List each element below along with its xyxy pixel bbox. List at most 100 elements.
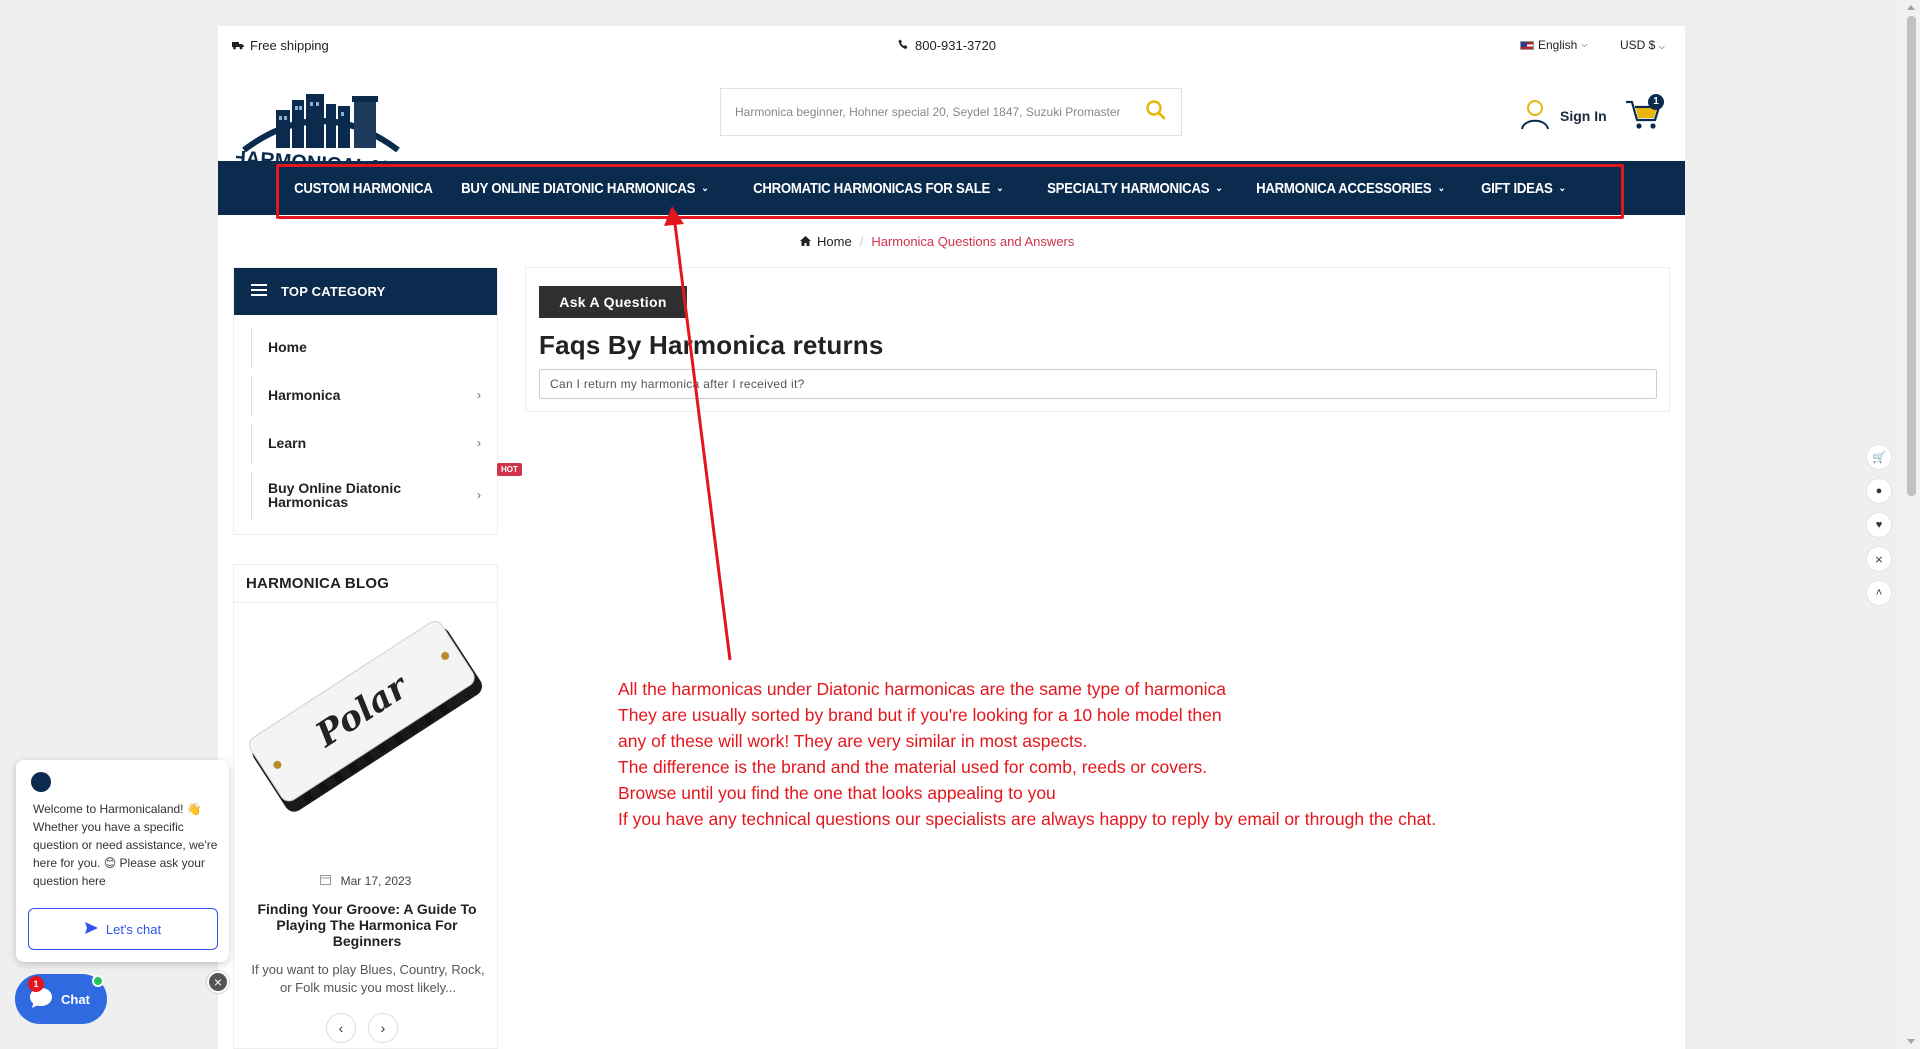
- currency-label: USD $: [1620, 38, 1656, 52]
- floating-account-button[interactable]: ●: [1866, 478, 1892, 504]
- chat-online-indicator: [92, 975, 104, 987]
- nav-item-label: BUY ONLINE DIATONIC HARMONICAS: [461, 179, 696, 197]
- sign-in-link[interactable]: Sign In: [1520, 98, 1607, 133]
- heart-icon: ♥: [1875, 519, 1883, 531]
- sidebar-item-learn[interactable]: Learn ›: [251, 423, 481, 463]
- chevron-right-icon: ›: [477, 436, 481, 450]
- annotation-line: any of these will work! They are very si…: [618, 731, 1088, 751]
- phone-label: 800-931-3720: [915, 38, 996, 53]
- chat-unread-badge: 1: [28, 976, 44, 992]
- faq-panel: Ask A Question Faqs By Harmonica returns…: [525, 267, 1670, 412]
- blog-post-title[interactable]: Finding Your Groove: A Guide To Playing …: [252, 901, 482, 949]
- harmonica-image: Polar: [249, 621, 482, 812]
- nav-item-label: HARMONICA ACCESSORIES: [1256, 179, 1432, 197]
- sidebar-item-label: Learn: [268, 435, 307, 451]
- floating-toolbar: 🛒 ● ♥ ⨯ ˄: [1866, 444, 1892, 614]
- sidebar-item-harmonica[interactable]: Harmonica ›: [251, 375, 481, 415]
- us-flag-icon: [1520, 40, 1534, 50]
- send-icon: [84, 921, 98, 937]
- user-icon: [1520, 98, 1550, 133]
- menu-icon: [251, 284, 267, 299]
- sidebar-item-label: Harmonica: [268, 387, 341, 403]
- blog-date-label: Mar 17, 2023: [340, 874, 412, 888]
- chevron-down-icon: ⌵: [1658, 42, 1665, 51]
- user-icon: ●: [1875, 485, 1883, 497]
- chevron-down-icon: ⌄: [1215, 182, 1223, 194]
- floating-wishlist-button[interactable]: ♥: [1866, 512, 1892, 538]
- language-label: English: [1538, 38, 1578, 52]
- scroll-up-arrow-icon[interactable]: [1907, 5, 1915, 10]
- chevron-down-icon: ⌄: [1558, 182, 1566, 194]
- scroll-top-button[interactable]: ˄: [1866, 580, 1892, 606]
- cart-icon: 🛒: [1872, 451, 1886, 464]
- chevron-right-icon: ›: [477, 488, 481, 502]
- nav-item-accessories[interactable]: HARMONICA ACCESSORIES ⌄: [1242, 180, 1459, 197]
- chat-popup: Welcome to Harmonicaland! 👋 Whether you …: [16, 760, 229, 962]
- faq-title: Faqs By Harmonica returns: [539, 330, 884, 360]
- harmonica-blog-panel: HARMONICA BLOG Polar Mar 17, 2023 Findin…: [233, 564, 498, 1049]
- blog-next-button[interactable]: ›: [368, 1013, 398, 1043]
- chevron-left-icon: ‹: [338, 1020, 344, 1036]
- main-nav: CUSTOM HARMONICA BUY ONLINE DIATONIC HAR…: [218, 161, 1685, 215]
- floating-cart-button[interactable]: 🛒: [1866, 444, 1892, 470]
- cart-icon: [1624, 100, 1664, 136]
- breadcrumb-home-label: Home: [817, 234, 852, 249]
- main-nav-list: CUSTOM HARMONICA BUY ONLINE DIATONIC HAR…: [280, 161, 1573, 215]
- home-icon: [800, 234, 811, 249]
- chevron-down-icon: ⌄: [701, 182, 709, 194]
- lets-chat-button[interactable]: Let's chat: [28, 908, 218, 950]
- nav-item-gift-ideas[interactable]: GIFT IDEAS ⌄: [1467, 180, 1580, 197]
- nav-item-label: SPECIALTY HARMONICAS: [1047, 179, 1210, 197]
- chevron-right-icon: ›: [380, 1020, 386, 1036]
- nav-item-label: CUSTOM HARMONICA: [294, 179, 433, 197]
- sidebar-item-home[interactable]: Home: [251, 327, 481, 367]
- cart-button[interactable]: 1: [1624, 94, 1668, 134]
- annotation-text: All the harmonicas under Diatonic harmon…: [618, 676, 1436, 832]
- top-category-header[interactable]: TOP CATEGORY: [234, 268, 497, 315]
- chat-avatar: [31, 772, 51, 792]
- free-shipping: Free shipping: [232, 38, 329, 53]
- breadcrumb-home[interactable]: Home: [800, 234, 852, 249]
- search-icon[interactable]: [1145, 99, 1167, 126]
- phone-icon: [898, 38, 909, 53]
- chat-launcher-label: Chat: [61, 991, 90, 1007]
- truck-icon: [232, 38, 244, 53]
- chat-close-button[interactable]: ×: [207, 971, 229, 993]
- chat-welcome-message: Welcome to Harmonicaland! 👋 Whether you …: [33, 802, 218, 888]
- search-bar[interactable]: [720, 88, 1182, 136]
- scroll-down-arrow-icon[interactable]: [1907, 1039, 1915, 1044]
- blog-post-image[interactable]: Polar: [242, 611, 492, 826]
- annotation-line: Browse until you find the one that looks…: [618, 783, 1056, 803]
- close-icon: ×: [213, 974, 223, 990]
- top-category-title: TOP CATEGORY: [281, 284, 386, 299]
- top-bar: Free shipping 800-931-3720 English ⌵ USD…: [218, 26, 1685, 64]
- faq-question-item[interactable]: Can I return my harmonica after I receiv…: [539, 369, 1657, 399]
- blog-prev-button[interactable]: ‹: [326, 1013, 356, 1043]
- nav-item-label: GIFT IDEAS: [1480, 179, 1553, 197]
- breadcrumb-current: Harmonica Questions and Answers: [871, 234, 1075, 249]
- blog-date: Mar 17, 2023: [234, 874, 497, 888]
- nav-item-chromatic[interactable]: CHROMATIC HARMONICAS FOR SALE ⌄: [739, 180, 1017, 197]
- nav-item-custom-harmonica[interactable]: CUSTOM HARMONICA: [280, 180, 447, 197]
- top-category-panel: TOP CATEGORY Home Harmonica › Learn › Bu…: [233, 267, 522, 535]
- nav-item-diatonic[interactable]: BUY ONLINE DIATONIC HARMONICAS ⌄: [447, 180, 723, 197]
- sidebar-item-diatonic[interactable]: Buy Online Diatonic Harmonicas ›: [251, 471, 481, 519]
- annotation-line: They are usually sorted by brand but if …: [618, 705, 1222, 725]
- breadcrumb: Home / Harmonica Questions and Answers: [800, 234, 1074, 249]
- floating-compare-button[interactable]: ⨯: [1866, 546, 1892, 572]
- ask-question-button[interactable]: Ask A Question: [539, 286, 687, 318]
- phone-number[interactable]: 800-931-3720: [898, 38, 996, 53]
- currency-selector[interactable]: USD $ ⌵: [1620, 38, 1665, 52]
- annotation-line: The difference is the brand and the mate…: [618, 757, 1208, 777]
- scrollbar-thumb[interactable]: [1907, 16, 1916, 496]
- page-scrollbar[interactable]: [1903, 0, 1920, 1049]
- nav-item-label: CHROMATIC HARMONICAS FOR SALE: [752, 179, 990, 197]
- chevron-up-icon: ˄: [1875, 587, 1883, 599]
- sidebar-item-label: Home: [268, 339, 307, 355]
- breadcrumb-separator: /: [859, 234, 864, 249]
- nav-item-specialty[interactable]: SPECIALTY HARMONICAS ⌄: [1033, 180, 1237, 197]
- search-input[interactable]: [735, 105, 1145, 119]
- language-selector[interactable]: English ⌵: [1520, 38, 1587, 52]
- hot-badge: HOT: [497, 463, 522, 476]
- chevron-down-icon: ⌵: [1581, 40, 1588, 49]
